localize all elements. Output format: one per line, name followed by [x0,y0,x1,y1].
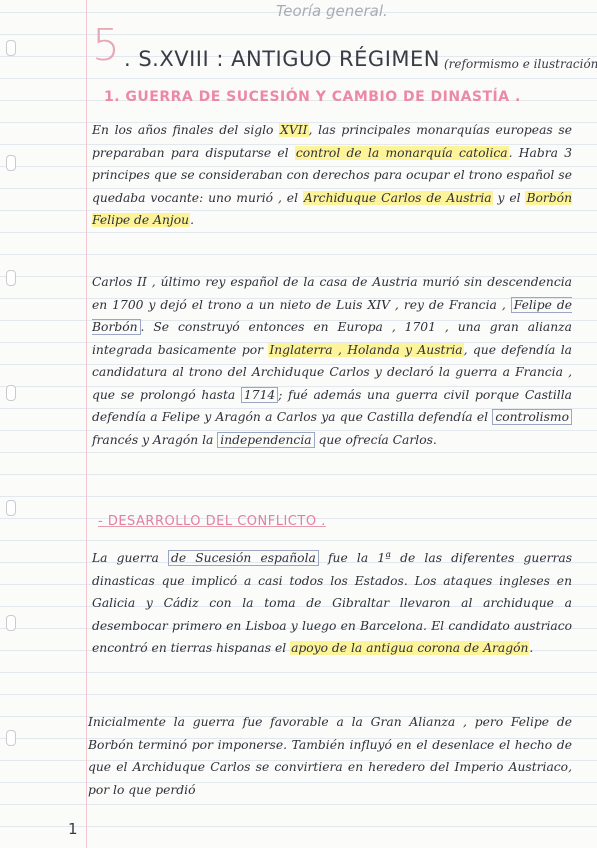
paragraph-1: En los años finales del siglo XVII, las … [92,119,572,232]
text: La guerra [92,551,168,565]
boxed-term: controlismo [492,409,572,425]
text: fue la 1ª de las diferentes guerras dina… [92,551,572,655]
highlight: apoyo de la antigua corona de Aragón [290,641,530,655]
paragraph-2: Carlos II , último rey español de la cas… [92,271,572,451]
highlight: Archiduque Carlos de Austria [302,190,493,205]
text: . [190,213,194,227]
highlight: XVII [279,123,309,137]
text: francés y Aragón la [92,432,218,447]
header-teoria: Teoría general. [276,2,388,20]
text: que ofrecía Carlos. [314,432,437,447]
highlight: Inglaterra , Holanda y Austria [268,342,464,357]
binder-holes [6,0,18,848]
binder-hole [6,500,16,516]
boxed-term: independencia [217,431,315,448]
text: Carlos II , último rey español de la cas… [92,275,572,312]
margin-line [86,0,87,848]
binder-hole [6,155,16,171]
binder-hole [6,40,16,56]
binder-hole [6,615,16,631]
chapter-title: . S.XVIII : ANTIGUO RÉGIMEN [124,47,440,71]
paragraph-3: La guerra de Sucesión española fue la 1ª… [92,547,572,660]
page-number: 1 [68,820,78,838]
chapter-number: 5 [92,20,120,71]
text: . [529,641,534,655]
boxed-term: 1714 [240,386,279,403]
binder-hole [6,730,16,746]
binder-hole [6,385,16,401]
text: Inicialmente la guerra fue favorable a l… [88,715,572,797]
text: y el [492,190,526,205]
page-title: 5. S.XVIII : ANTIGUO RÉGIMEN (reformismo … [92,20,597,71]
binder-hole [6,270,16,286]
text: En los años finales del siglo [92,123,280,137]
highlight: control de la monarquía catolica [294,145,509,160]
boxed-term: de Sucesión española [167,550,319,566]
notebook-page: Teoría general. 5. S.XVIII : ANTIGUO RÉG… [0,0,597,848]
section-heading-2: - DESARROLLO DEL CONFLICTO . [98,514,326,529]
section-heading-1: 1. GUERRA DE SUCESIÓN Y CAMBIO DE DINAST… [104,89,521,105]
chapter-subtitle: (reformismo e ilustración) [443,57,597,71]
paragraph-4: Inicialmente la guerra fue favorable a l… [88,711,572,801]
